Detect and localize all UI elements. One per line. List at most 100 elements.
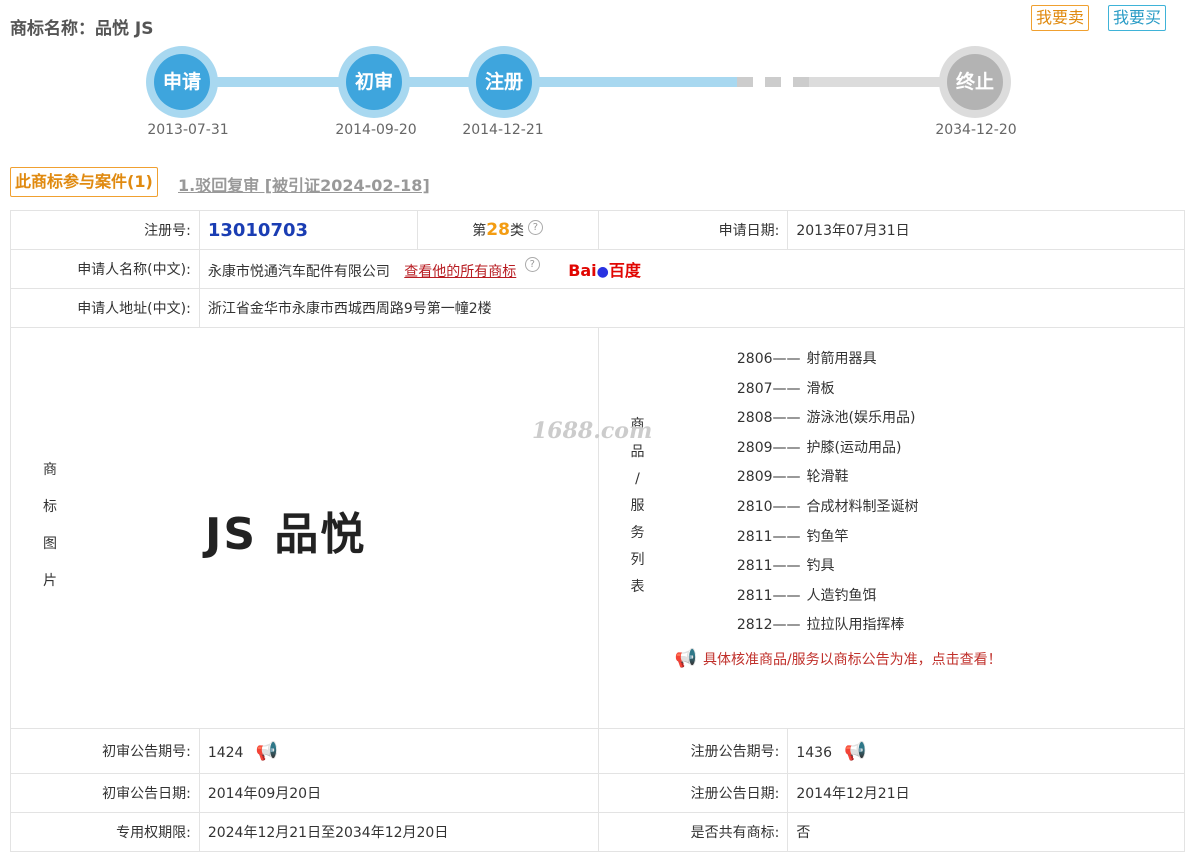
megaphone-icon[interactable]: 📢 [844, 741, 866, 762]
buy-button[interactable]: 我要买 [1108, 5, 1167, 31]
goods-code: 2809 [736, 439, 773, 456]
goods-label-char: / [635, 471, 640, 487]
help-icon[interactable]: ? [524, 257, 540, 272]
apply-date-label: 申请日期: [597, 210, 789, 250]
trademark-info-table: 注册号: 13010703 第28类? 申请日期: 2013年07月31日 申请… [10, 210, 1186, 852]
watermark: 1688.com [532, 418, 653, 444]
goods-dash: —— [772, 439, 801, 456]
image-label-char: 标 [43, 499, 57, 515]
prelim-date-label: 初审公告日期: [10, 773, 200, 813]
megaphone-icon: 📢 [674, 648, 697, 669]
goods-label-char: 服 [630, 498, 645, 514]
goods-dash: —— [772, 380, 801, 397]
goods-name: 钓具 [806, 558, 835, 575]
goods-name: 轮滑鞋 [806, 469, 849, 486]
applicant-value: 永康市悦通汽车配件有限公司 [207, 264, 390, 280]
goods-label-char: 列 [630, 552, 645, 568]
apply-date-value: 2013年07月31日 [787, 210, 1185, 250]
timeline-step-label: 申请 [154, 54, 210, 110]
term-label: 专用权期限: [10, 812, 200, 852]
all-marks-link[interactable]: 查看他的所有商标 [404, 264, 516, 280]
timeline-track-gap [737, 77, 809, 87]
prelim-date-value: 2014年09月20日 [198, 773, 599, 813]
baidu-search-logo[interactable]: Bai●百度 [568, 257, 641, 281]
image-label-char: 商 [43, 462, 57, 478]
goods-code: 2806 [736, 351, 773, 367]
timeline-step-apply: 申请 [146, 46, 218, 118]
goods-code: 2811 [736, 587, 773, 604]
reg-no-value: 13010703 [207, 219, 309, 241]
timeline-step-register: 注册 [468, 46, 540, 118]
page-title: 商标名称：品悦 JS [10, 19, 154, 39]
goods-dash: —— [772, 499, 801, 515]
goods-name: 护膝(运动用品) [806, 439, 902, 456]
goods-item: 2808—— 游泳池(娱乐用品) [703, 407, 916, 427]
timeline-step-expire: 终止 [939, 46, 1011, 118]
goods-dash: —— [772, 587, 801, 604]
goods-notice[interactable]: 📢 具体核准商品/服务以商标公告为准，点击查看！ [675, 648, 1002, 669]
timeline-step-date: 2013-07-31 [147, 122, 229, 138]
timeline-step-label: 注册 [476, 54, 532, 110]
goods-item: 2806—— 射箭用器具 [703, 348, 877, 368]
timeline-step-exam: 初审 [338, 46, 410, 118]
reg-pub-no-label: 注册公告期号: [597, 728, 789, 774]
goods-dash: —— [772, 469, 801, 486]
case-link[interactable]: 1.驳回复审 [被引证2024-02-18] [178, 172, 430, 196]
goods-code: 2811 [736, 528, 773, 545]
goods-name: 人造钓鱼饵 [806, 587, 877, 604]
status-timeline: 申请 2013-07-31 初审 2014-09-20 注册 2014-12-2… [0, 40, 1199, 150]
timeline-step-date: 2014-12-21 [462, 122, 544, 138]
timeline-track-done [182, 77, 737, 87]
goods-item: 2811—— 钓具 [703, 555, 835, 575]
table-row: 申请人名称(中文): 永康市悦通汽车配件有限公司 查看他的所有商标 ? Bai●… [10, 249, 1186, 289]
goods-name: 射箭用器具 [806, 351, 877, 367]
goods-code: 2812 [736, 617, 773, 634]
goods-dash: —— [772, 351, 801, 367]
table-row: 初审公告期号: 1424 📢 注册公告期号: 1436 📢 [10, 728, 1185, 774]
baidu-logo-text: Bai [568, 261, 597, 280]
trademark-image: JS 品悦 [205, 509, 367, 560]
goods-code: 2808 [736, 410, 773, 427]
goods-item: 2809—— 轮滑鞋 [703, 466, 849, 486]
goods-code: 2807 [736, 380, 773, 397]
timeline-step-label: 终止 [947, 54, 1003, 110]
goods-item: 2812—— 拉拉队用指挥棒 [703, 614, 905, 634]
applicant-label: 申请人名称(中文): [10, 249, 200, 289]
class-prefix: 第 [472, 223, 487, 239]
baidu-logo-cn: 百度 [608, 261, 641, 280]
reg-pub-date-label: 注册公告日期: [597, 773, 789, 813]
goods-name: 合成材料制圣诞树 [806, 499, 919, 515]
timeline-step-label: 初审 [346, 54, 402, 110]
class-number: 28 [486, 220, 510, 240]
prelim-no-label: 初审公告期号: [10, 728, 200, 774]
timeline-step-date: 2034-12-20 [935, 122, 1017, 138]
goods-dash: —— [772, 558, 801, 575]
help-icon[interactable]: ? [527, 220, 543, 235]
goods-name: 钓鱼竿 [806, 528, 849, 545]
image-label: 商 标 图 片 [35, 452, 65, 600]
tab-cases[interactable]: 此商标参与案件(1) [10, 167, 158, 197]
goods-item: 2809—— 护膝(运动用品) [703, 437, 902, 457]
shared-label: 是否共有商标: [597, 812, 789, 852]
table-row: 申请人地址(中文): 浙江省金华市永康市西城西周路9号第一幢2楼 [10, 288, 1186, 328]
goods-notice-text[interactable]: 具体核准商品/服务以商标公告为准，点击查看！ [703, 652, 1002, 668]
goods-item: 2810—— 合成材料制圣诞树 [703, 496, 919, 516]
sell-button[interactable]: 我要卖 [1031, 5, 1090, 31]
reg-pub-date-value: 2014年12月21日 [787, 773, 1185, 813]
address-value: 浙江省金华市永康市西城西周路9号第一幢2楼 [198, 288, 1186, 328]
goods-name: 拉拉队用指挥棒 [806, 617, 905, 634]
goods-code: 2809 [736, 469, 773, 486]
reg-no-label: 注册号: [10, 210, 200, 250]
class-cell: 第28类? [416, 210, 599, 250]
goods-dash: —— [772, 410, 801, 427]
shared-value: 否 [787, 812, 1185, 852]
image-label-char: 图 [43, 536, 57, 552]
goods-name: 滑板 [806, 380, 835, 397]
reg-pub-no-value: 1436 [796, 744, 832, 761]
goods-item: 2811—— 人造钓鱼饵 [703, 585, 877, 605]
table-row: 初审公告日期: 2014年09月20日 注册公告日期: 2014年12月21日 [10, 773, 1185, 813]
trademark-image-cell: 商 标 图 片 JS 品悦 [10, 327, 599, 729]
table-row: 商 标 图 片 JS 品悦 商 品 / 服 务 列 表 2806—— 射箭用器具 2… [10, 327, 1186, 729]
goods-dash: —— [772, 528, 801, 545]
megaphone-icon[interactable]: 📢 [255, 741, 277, 762]
